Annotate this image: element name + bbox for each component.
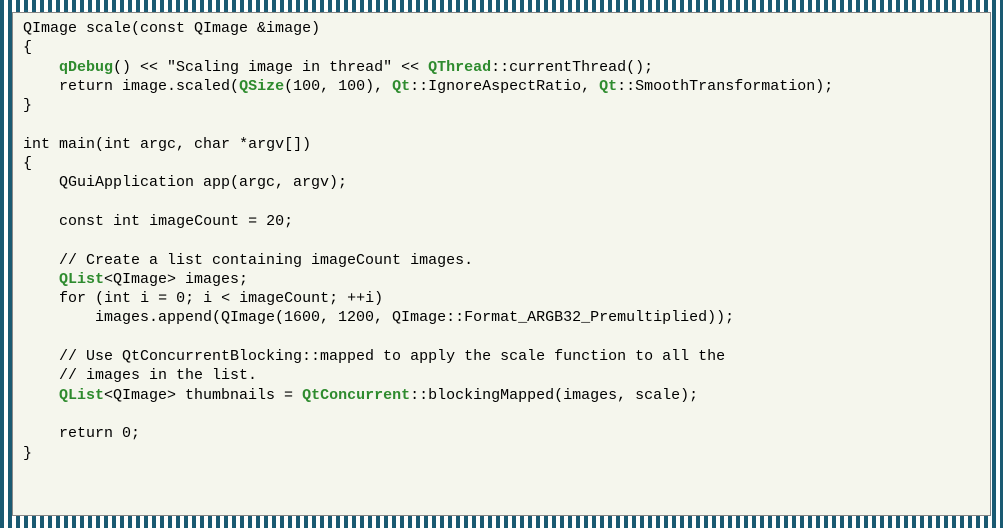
code-text: () << "Scaling image in thread" << xyxy=(113,59,428,76)
code-line: } xyxy=(23,97,32,114)
code-text: ::currentThread(); xyxy=(491,59,653,76)
code-text: QImage scale( xyxy=(23,20,140,37)
code-text: { xyxy=(23,39,32,56)
code-text: ::blockingMapped(images, scale); xyxy=(410,387,698,404)
code-text: char xyxy=(194,136,230,153)
code-text: ( xyxy=(86,290,104,307)
code-text: ::IgnoreAspectRatio, xyxy=(410,78,599,95)
code-line: // Create a list containing imageCount i… xyxy=(23,252,473,269)
code-text xyxy=(23,290,59,307)
code-text: int xyxy=(113,213,140,230)
code-link[interactable]: QThread xyxy=(428,59,491,76)
code-line: QImage scale(const QImage &image) xyxy=(23,20,320,37)
code-line: const int imageCount = 20; xyxy=(23,213,293,230)
code-text: // images in the list. xyxy=(23,367,257,384)
code-text xyxy=(23,78,59,95)
code-link[interactable]: QSize xyxy=(239,78,284,95)
code-text: // Use QtConcurrentBlocking::mapped to a… xyxy=(23,348,725,365)
code-text xyxy=(23,59,59,76)
code-text: 0; xyxy=(113,425,140,442)
code-text: imageCount = 20; xyxy=(140,213,293,230)
code-text xyxy=(104,213,113,230)
code-line: qDebug() << "Scaling image in thread" <<… xyxy=(23,59,653,76)
code-text xyxy=(23,271,59,288)
code-line: int main(int argc, char *argv[]) xyxy=(23,136,311,153)
code-text: int main( xyxy=(23,136,104,153)
code-text: images.append(QImage(1600, 1200, QImage:… xyxy=(23,309,734,326)
code-text xyxy=(23,425,59,442)
code-text: argc, xyxy=(131,136,194,153)
code-text: int xyxy=(104,136,131,153)
code-text: // Create a list containing imageCount i… xyxy=(23,252,473,269)
code-text: QGuiApplication app(argc, argv); xyxy=(23,174,347,191)
code-text: { xyxy=(23,155,32,172)
code-line: QList<QImage> thumbnails = QtConcurrent:… xyxy=(23,387,698,404)
code-line: { xyxy=(23,155,32,172)
code-text: } xyxy=(23,445,32,462)
code-text: } xyxy=(23,97,32,114)
code-line: // Use QtConcurrentBlocking::mapped to a… xyxy=(23,348,725,365)
code-link[interactable]: QList xyxy=(59,387,104,404)
code-text: QImage &image) xyxy=(185,20,320,37)
code-text: return xyxy=(59,425,113,442)
code-block: QImage scale(const QImage &image) { qDeb… xyxy=(23,19,980,463)
code-text: const xyxy=(140,20,185,37)
code-text: return xyxy=(59,78,113,95)
code-link[interactable]: QtConcurrent xyxy=(302,387,410,404)
code-text: <QImage> thumbnails = xyxy=(104,387,302,404)
code-line: return image.scaled(QSize(100, 100), Qt:… xyxy=(23,78,833,95)
code-line: QGuiApplication app(argc, argv); xyxy=(23,174,347,191)
code-line: } xyxy=(23,445,32,462)
code-link[interactable]: Qt xyxy=(599,78,617,95)
code-text: <QImage> images; xyxy=(104,271,248,288)
code-block-container: QImage scale(const QImage &image) { qDeb… xyxy=(12,12,991,516)
code-text: (100, 100), xyxy=(284,78,392,95)
code-text xyxy=(23,387,59,404)
code-text: image.scaled( xyxy=(113,78,239,95)
code-link[interactable]: Qt xyxy=(392,78,410,95)
code-text: int xyxy=(104,290,131,307)
code-link[interactable]: QList xyxy=(59,271,104,288)
code-text: i = 0; i < imageCount; ++i) xyxy=(131,290,383,307)
code-text: *argv[]) xyxy=(230,136,311,153)
code-line: for (int i = 0; i < imageCount; ++i) xyxy=(23,290,383,307)
code-link[interactable]: qDebug xyxy=(59,59,113,76)
code-text: for xyxy=(59,290,86,307)
code-line: { xyxy=(23,39,32,56)
code-line: images.append(QImage(1600, 1200, QImage:… xyxy=(23,309,734,326)
code-text xyxy=(23,213,59,230)
code-line: // images in the list. xyxy=(23,367,257,384)
code-line: return 0; xyxy=(23,425,140,442)
code-text: const xyxy=(59,213,104,230)
code-line: QList<QImage> images; xyxy=(23,271,248,288)
code-text: ::SmoothTransformation); xyxy=(617,78,833,95)
